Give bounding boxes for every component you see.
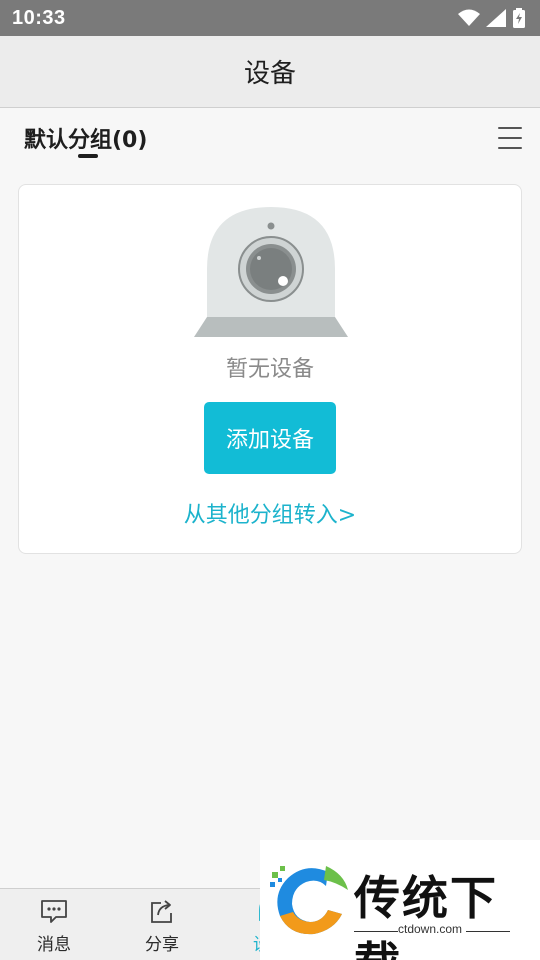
- group-tab-label: 默认分组(0): [24, 128, 148, 153]
- ctdown-logo-icon: [270, 866, 348, 935]
- status-icons: [458, 8, 526, 28]
- add-device-button[interactable]: 添加设备: [204, 402, 336, 474]
- empty-state-card: 暂无设备 添加设备 从其他分组转入>: [18, 184, 522, 554]
- message-icon: [41, 899, 67, 923]
- empty-state-message: 暂无设备: [225, 357, 314, 382]
- watermark-divider-right: [466, 931, 510, 932]
- group-bar: 默认分组(0): [0, 108, 540, 168]
- tab-default-group[interactable]: 默认分组(0): [24, 108, 147, 168]
- group-tab-indicator: [78, 154, 98, 158]
- menu-icon[interactable]: [498, 127, 522, 149]
- page-title: 设备: [243, 59, 296, 89]
- wifi-icon: [458, 9, 480, 26]
- battery-charging-icon: [513, 8, 525, 28]
- watermark-logo: 传统下载 ctdown.com: [260, 840, 540, 960]
- status-time: 10:33: [12, 6, 66, 29]
- tab-share[interactable]: 分享: [108, 889, 216, 960]
- tab-messages-label: 消息: [37, 934, 71, 955]
- app-header: 设备: [0, 36, 540, 108]
- watermark-title: 传统下载: [354, 871, 498, 960]
- watermark-url: ctdown.com: [398, 922, 463, 936]
- watermark-divider-left: [354, 931, 398, 932]
- signal-icon: [486, 9, 506, 27]
- share-icon: [151, 899, 172, 923]
- tab-share-label: 分享: [145, 934, 179, 955]
- status-bar: 10:33: [0, 0, 540, 36]
- camera-icon: [194, 207, 348, 337]
- transfer-from-group-link[interactable]: 从其他分组转入>: [19, 497, 521, 529]
- tab-messages[interactable]: 消息: [0, 889, 108, 960]
